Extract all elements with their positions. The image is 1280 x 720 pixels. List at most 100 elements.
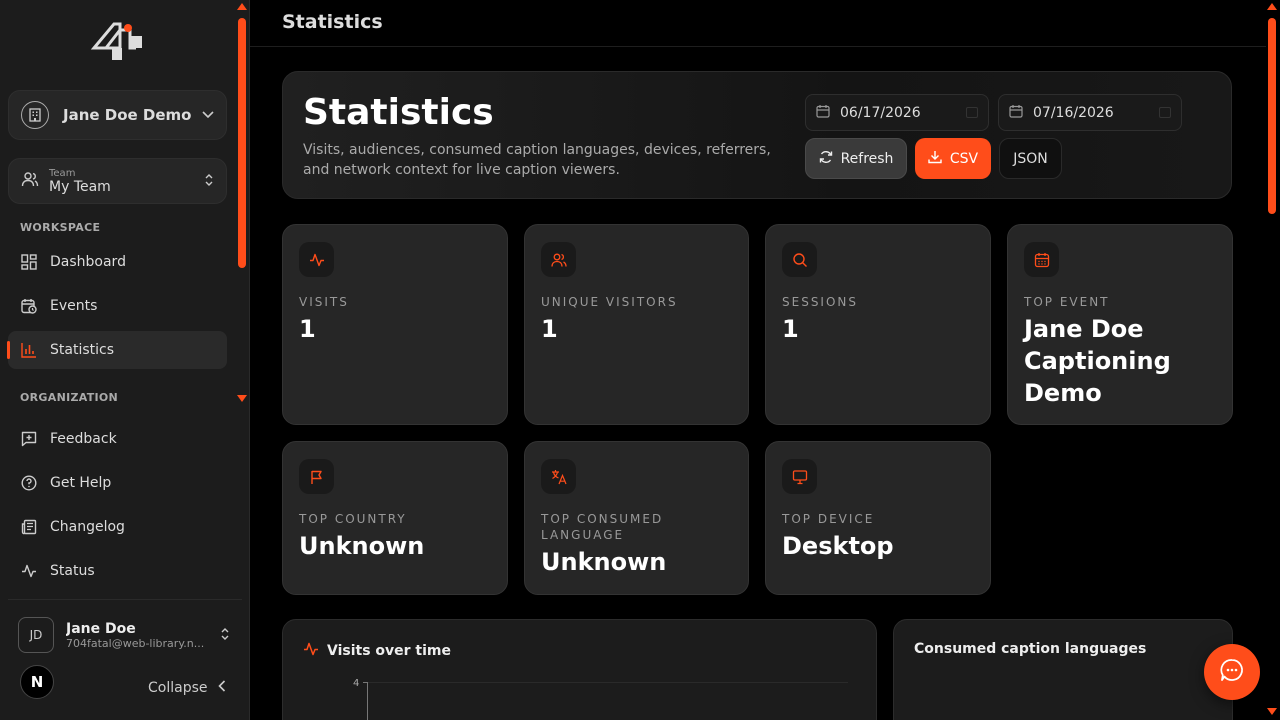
metric-card-top-device: TOP DEVICE Desktop — [765, 441, 991, 595]
calendar-clock-icon — [20, 297, 38, 315]
sidebar-item-label: Feedback — [50, 431, 117, 447]
download-icon — [928, 150, 942, 168]
main-content: Statistics Statistics Visits, audiences,… — [250, 0, 1280, 720]
calendar-icon — [816, 104, 830, 122]
team-name: My Team — [49, 178, 111, 195]
sidebar-item-statistics[interactable]: Statistics — [7, 331, 227, 369]
export-json-button[interactable]: JSON — [999, 138, 1062, 179]
building-icon — [21, 101, 49, 129]
panel-title: Consumed caption languages — [914, 641, 1146, 657]
metric-label: TOP EVENT — [1024, 295, 1110, 309]
next-dev-badge[interactable]: N — [20, 665, 54, 699]
sidebar-item-status[interactable]: Status — [8, 552, 227, 590]
app-logo[interactable] — [90, 18, 144, 62]
sidebar-item-events[interactable]: Events — [8, 287, 227, 325]
metric-value: Jane Doe Captioning Demo — [1024, 315, 1171, 407]
user-menu[interactable]: JD Jane Doe 704fatal@web-library.n... — [8, 610, 238, 660]
metric-label: TOP DEVICE — [782, 512, 875, 526]
search-icon — [782, 242, 817, 277]
date-from-value: 06/17/2026 — [840, 104, 921, 121]
consumed-languages-title: Consumed caption languages — [914, 641, 1147, 657]
refresh-icon — [819, 150, 833, 168]
sidebar-item-label: Changelog — [50, 519, 125, 535]
metric-card-unique-visitors: UNIQUE VISITORS 1 — [524, 224, 749, 425]
metric-label: TOP COUNTRY — [299, 512, 407, 526]
date-to-input[interactable]: 07/16/2026 — [998, 94, 1182, 131]
users-icon — [541, 242, 576, 277]
chat-support-button[interactable] — [1204, 644, 1260, 700]
languages-icon — [541, 459, 576, 494]
metric-value: Unknown — [541, 548, 667, 576]
refresh-label: Refresh — [840, 150, 894, 167]
metric-card-top-consumed-language: TOP CONSUMED LANGUAGE Unknown — [524, 441, 749, 595]
sidebar-item-feedback[interactable]: Feedback — [8, 420, 227, 458]
chevron-down-icon — [202, 108, 214, 122]
organization-section-label: ORGANIZATION — [20, 391, 119, 404]
team-caption: Team — [49, 167, 76, 179]
sidebar-divider — [8, 599, 242, 600]
sidebar-item-label: Dashboard — [50, 254, 126, 270]
hero-title: Statistics — [303, 92, 494, 133]
panel-title: Visits over time — [303, 641, 451, 661]
hero-description: Visits, audiences, consumed caption lang… — [303, 142, 771, 178]
sidebar-item-changelog[interactable]: Changelog — [8, 508, 227, 546]
export-csv-button[interactable]: CSV — [915, 138, 991, 179]
date-picker-icon[interactable] — [966, 107, 978, 118]
metric-value: Desktop — [782, 532, 894, 560]
date-from-input[interactable]: 06/17/2026 — [805, 94, 989, 131]
date-picker-icon[interactable] — [1159, 107, 1171, 118]
metric-card-sessions: SESSIONS 1 — [765, 224, 991, 425]
metric-card-top-country: TOP COUNTRY Unknown — [282, 441, 508, 595]
activity-icon — [20, 562, 38, 580]
chevron-up-down-icon — [220, 626, 230, 645]
sidebar-scroll-up-arrow[interactable] — [237, 3, 247, 10]
refresh-button[interactable]: Refresh — [805, 138, 907, 179]
team-switcher[interactable]: Team My Team — [8, 158, 227, 204]
metric-value: 1 — [541, 315, 558, 343]
activity-icon — [303, 641, 319, 661]
consumed-caption-languages-panel: Consumed caption languages — [893, 619, 1233, 720]
user-name: Jane Doe — [66, 620, 136, 637]
sidebar-scroll-down-arrow[interactable] — [237, 395, 247, 402]
visits-over-time-panel: Visits over time 4 — [282, 619, 877, 720]
monitor-icon — [782, 459, 817, 494]
y-axis-tick-label: 4 — [353, 678, 360, 689]
avatar: JD — [18, 617, 54, 653]
calendar-icon — [1024, 242, 1059, 277]
sidebar-item-get-help[interactable]: Get Help — [8, 464, 227, 502]
metric-card-visits: VISITS 1 — [282, 224, 508, 425]
collapse-label: Collapse — [148, 680, 208, 696]
chat-icon — [1219, 657, 1245, 687]
newspaper-icon — [20, 518, 38, 536]
metric-label: SESSIONS — [782, 295, 859, 309]
y-axis-line — [367, 682, 368, 720]
sidebar-scrollbar[interactable] — [238, 18, 246, 268]
main-scroll-up-arrow[interactable] — [1267, 3, 1277, 10]
account-name: Jane Doe Demo — [63, 106, 192, 124]
main-scrollbar[interactable] — [1268, 18, 1276, 214]
sidebar-item-label: Status — [50, 563, 95, 579]
chart-grid-line — [368, 682, 848, 683]
users-icon — [21, 170, 39, 192]
account-switcher[interactable]: Jane Doe Demo — [8, 90, 227, 140]
visits-over-time-title: Visits over time — [327, 643, 452, 659]
main-scroll-down-arrow[interactable] — [1267, 708, 1277, 715]
page-title: Statistics — [282, 11, 383, 33]
flag-icon — [299, 459, 334, 494]
calendar-icon — [1009, 104, 1023, 122]
sidebar-item-label: Events — [50, 298, 98, 314]
top-bar: Statistics — [250, 0, 1266, 47]
csv-label: CSV — [949, 150, 979, 167]
activity-icon — [299, 242, 334, 277]
collapse-sidebar-button[interactable]: Collapse — [148, 680, 226, 696]
help-circle-icon — [20, 474, 38, 492]
bar-chart-icon — [20, 341, 38, 359]
metric-label: TOP CONSUMED LANGUAGE — [541, 512, 664, 542]
metric-value: Unknown — [299, 532, 425, 560]
statistics-header-card: Statistics Visits, audiences, consumed c… — [282, 71, 1232, 199]
sidebar-item-dashboard[interactable]: Dashboard — [8, 243, 227, 281]
date-to-value: 07/16/2026 — [1033, 104, 1114, 121]
sidebar: Jane Doe Demo Team My Team WORKSPACE Das… — [0, 0, 250, 720]
message-plus-icon — [20, 430, 38, 448]
workspace-section-label: WORKSPACE — [20, 221, 101, 234]
